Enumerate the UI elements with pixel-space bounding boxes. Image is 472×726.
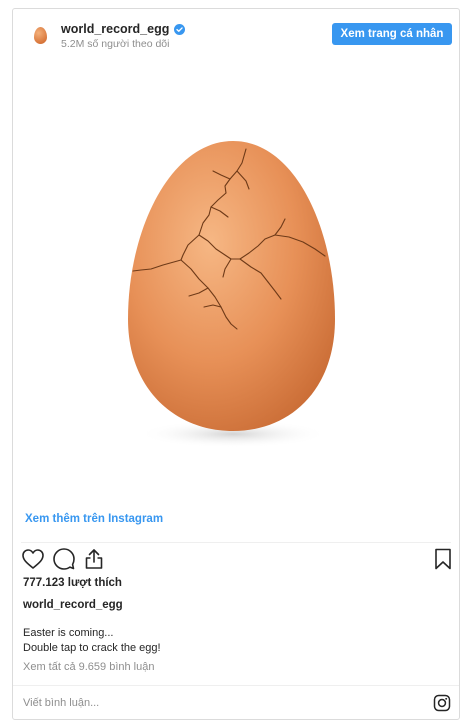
post-header: world_record_egg 5.2M số người theo dõi … (13, 9, 459, 59)
instagram-embed-card: world_record_egg 5.2M số người theo dõi … (12, 8, 460, 720)
divider (21, 542, 451, 543)
divider (13, 685, 459, 686)
verified-badge-icon (174, 23, 186, 35)
heart-icon[interactable] (21, 547, 45, 571)
comment-input[interactable]: Viết bình luận... (23, 697, 99, 709)
caption-username[interactable]: world_record_egg (23, 599, 123, 611)
like-count[interactable]: 777.123 lượt thích (23, 577, 122, 589)
share-icon[interactable] (82, 547, 106, 571)
comment-icon[interactable] (52, 547, 76, 571)
avatar[interactable] (27, 22, 53, 48)
username[interactable]: world_record_egg (61, 22, 169, 36)
view-profile-button[interactable]: Xem trang cá nhân (332, 23, 452, 45)
caption-line: Double tap to crack the egg! (23, 642, 161, 654)
follower-count: 5.2M số người theo dõi (61, 38, 170, 50)
view-more-instagram-link[interactable]: Xem thêm trên Instagram (25, 513, 163, 525)
username-row[interactable]: world_record_egg (61, 22, 186, 36)
caption-line: Easter is coming... (23, 627, 114, 639)
post-caption: Easter is coming... Double tap to crack … (23, 626, 161, 656)
action-bar (13, 545, 459, 581)
cracked-egg-image (128, 141, 335, 448)
egg-avatar-icon (33, 26, 47, 44)
instagram-logo-icon[interactable] (433, 694, 451, 712)
view-more-row: Xem thêm trên Instagram (13, 505, 459, 541)
view-all-comments-link[interactable]: Xem tất cả 9.659 bình luận (23, 661, 154, 673)
post-image[interactable] (13, 59, 459, 505)
bookmark-icon[interactable] (431, 547, 455, 571)
